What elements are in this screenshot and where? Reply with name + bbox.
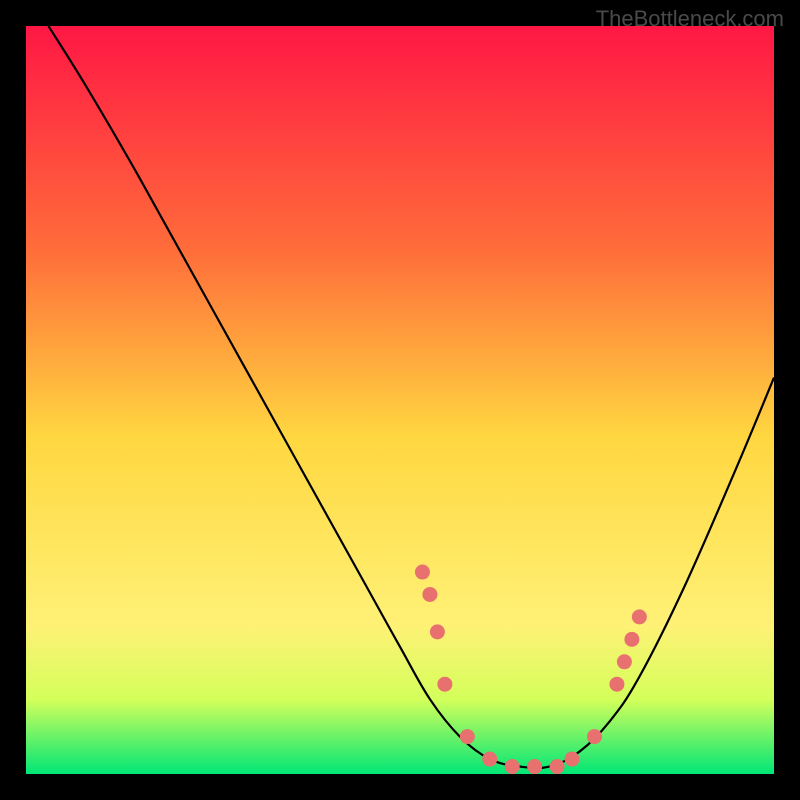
gradient-background [26, 26, 774, 774]
watermark-text: TheBottleneck.com [596, 6, 784, 32]
data-marker [527, 759, 542, 774]
chart-plot-area [26, 26, 774, 774]
data-marker [482, 752, 497, 767]
data-marker [415, 565, 430, 580]
data-marker [587, 729, 602, 744]
data-marker [460, 729, 475, 744]
data-marker [632, 609, 647, 624]
data-marker [505, 759, 520, 774]
data-marker [624, 632, 639, 647]
data-marker [617, 654, 632, 669]
data-marker [422, 587, 437, 602]
data-marker [437, 677, 452, 692]
data-marker [550, 759, 565, 774]
data-marker [609, 677, 624, 692]
data-marker [565, 752, 580, 767]
chart-svg [26, 26, 774, 774]
data-marker [430, 624, 445, 639]
